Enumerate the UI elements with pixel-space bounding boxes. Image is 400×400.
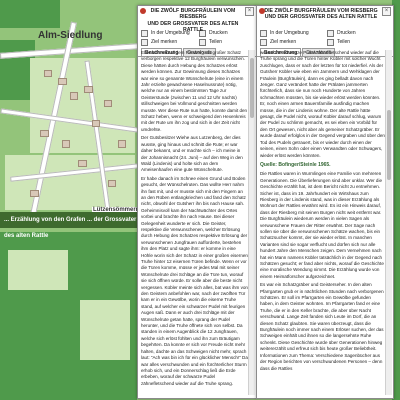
panel-title-line2: UND DER GROSSVATER DES ALTEN RATTLE bbox=[264, 14, 378, 21]
map-pin-icon bbox=[140, 8, 146, 14]
panel-actions: In der Umgebung Drucken Ziel merken Teil… bbox=[257, 28, 393, 48]
panel-title-line1: DIE ZWÖLF BURGFRÄULEIN VOM RIESBERG bbox=[150, 8, 236, 21]
panel-header: DIE ZWÖLF BURGFRÄULEIN VOM RIESBERG UND … bbox=[138, 6, 256, 33]
share-icon bbox=[327, 38, 334, 46]
save-target-button[interactable]: Ziel merken bbox=[260, 38, 323, 46]
share-button[interactable]: Teilen bbox=[199, 38, 253, 46]
map-pin-icon bbox=[259, 8, 265, 14]
body-paragraph: Ebenfalls sei auf dem Riesberg ein große… bbox=[141, 50, 248, 132]
panel-body: Ebenfalls sei auf dem Riesberg ein große… bbox=[141, 50, 248, 395]
body-paragraph: Es war ein Schatzgräber und Geisterseher… bbox=[260, 282, 384, 371]
map-label-place: Alm-Siedlung bbox=[38, 30, 103, 41]
close-icon[interactable]: × bbox=[245, 7, 254, 16]
panel-title: DIE ZWÖLF BURGFRÄULEIN VOM RIESBERG UND … bbox=[138, 6, 256, 34]
scrollbar[interactable] bbox=[385, 50, 392, 395]
nearby-label: In der Umgebung bbox=[270, 30, 309, 36]
panel-title: DIE ZWÖLF BURGFRÄULEIN VOM RIESBERG UND … bbox=[257, 6, 393, 21]
close-icon[interactable]: × bbox=[382, 7, 391, 16]
save-target-label: Ziel merken bbox=[270, 39, 297, 45]
share-label: Teilen bbox=[337, 39, 351, 45]
print-icon bbox=[327, 29, 334, 37]
bookmark-icon bbox=[260, 38, 267, 46]
info-panel-right: DIE ZWÖLF BURGFRÄULEIN VOM RIESBERG UND … bbox=[256, 5, 394, 399]
bookmark-icon bbox=[141, 38, 148, 46]
location-icon bbox=[260, 29, 267, 37]
source-citation: Quelle: Bofinger/Steinle 1965. bbox=[260, 161, 331, 168]
scrollbar-thumb[interactable] bbox=[250, 58, 254, 118]
save-target-label: Ziel merken bbox=[151, 39, 178, 45]
panel-title-line2: UND DER GROSSVATER DES ALTEN RATTLE bbox=[147, 20, 239, 34]
panel-body: worauf der schwarze Pudel zähnefletschen… bbox=[260, 50, 385, 395]
map-route-strip[interactable]: ... Erzählung von den Grafen ... der Gro… bbox=[0, 212, 137, 239]
body-paragraph: Der Gutsbesitzer Wiehe aus Lutzenberg, d… bbox=[141, 135, 243, 173]
panel-header: DIE ZWÖLF BURGFRÄULEIN VOM RIESBERG UND … bbox=[257, 6, 393, 28]
body-paragraph: Die Rattles waren in Wurmlingen eine Fam… bbox=[260, 171, 384, 279]
print-label: Drucken bbox=[337, 30, 356, 36]
map-route-label: ... Erzählung von den Grafen ... der Gro… bbox=[4, 217, 137, 239]
save-target-button[interactable]: Ziel merken bbox=[141, 38, 195, 46]
info-panel-left: DIE ZWÖLF BURGFRÄULEIN VOM RIESBERG UND … bbox=[137, 5, 257, 399]
nearby-button[interactable]: In der Umgebung bbox=[260, 29, 323, 37]
body-paragraph: Er habe danach im Schnee einen Grund und… bbox=[141, 175, 248, 386]
scrollbar-thumb[interactable] bbox=[387, 110, 391, 180]
share-label: Teilen bbox=[209, 39, 223, 45]
print-button[interactable]: Drucken bbox=[327, 29, 390, 37]
share-icon bbox=[199, 38, 206, 46]
body-paragraph: worauf der schwarze Pudel zähnefletschen… bbox=[260, 50, 385, 158]
scrollbar[interactable] bbox=[248, 50, 255, 395]
share-button[interactable]: Teilen bbox=[327, 38, 390, 46]
